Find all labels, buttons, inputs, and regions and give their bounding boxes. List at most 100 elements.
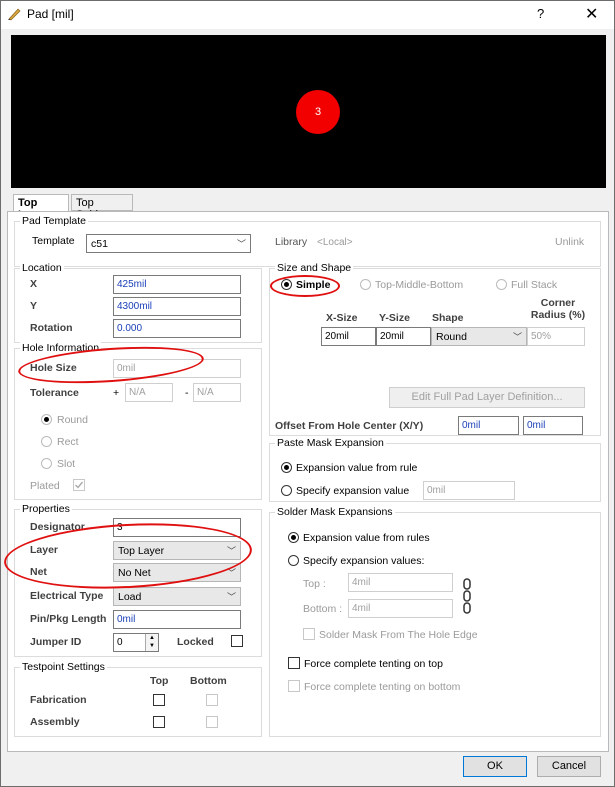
pin-length-field[interactable]: 0mil	[113, 610, 241, 629]
slot-label: Slot	[57, 458, 76, 470]
solder-specify-radio[interactable]	[288, 555, 299, 566]
shape-select[interactable]: Round ﹀	[431, 327, 527, 346]
spin-down-icon[interactable]: ▼	[146, 642, 158, 650]
offset-label: Offset From Hole Center (X/Y)	[275, 420, 424, 432]
title-bar: Pad [mil] ? ✕	[1, 1, 614, 29]
pad-tool-icon	[8, 8, 21, 21]
solder-specify-label: Specify expansion values:	[303, 555, 425, 567]
solder-rules-label: Expansion value from rules	[303, 532, 430, 544]
tent-bottom-label: Force complete tenting on bottom	[304, 681, 461, 693]
fabrication-label: Fabrication	[30, 694, 87, 706]
assembly-top-checkbox[interactable]	[153, 716, 165, 728]
shape-header: Shape	[432, 312, 464, 324]
paste-mask-group: Paste Mask Expansion Expansion value fro…	[269, 437, 601, 502]
assembly-label: Assembly	[30, 716, 80, 728]
group-title: Location	[20, 262, 64, 274]
window-title: Pad [mil]	[27, 7, 74, 21]
solder-from-hole-checkbox[interactable]	[303, 628, 315, 640]
round-radio[interactable]	[41, 414, 52, 425]
electrical-type-label: Electrical Type	[30, 590, 104, 602]
unlink-button[interactable]: Unlink	[555, 236, 584, 248]
edit-full-pad-button[interactable]: Edit Full Pad Layer Definition...	[389, 387, 585, 408]
solder-top-label: Top :	[303, 578, 326, 590]
solder-bottom-label: Bottom :	[303, 603, 343, 615]
chevron-down-icon: ﹀	[512, 332, 522, 342]
cancel-button[interactable]: Cancel	[537, 756, 601, 777]
group-title: Pad Template	[20, 215, 89, 227]
ysize-header: Y-Size	[379, 312, 410, 324]
jumper-id-label: Jumper ID	[30, 636, 82, 648]
paste-value-field[interactable]: 0mil	[423, 481, 515, 500]
xsize-field[interactable]: 20mil	[321, 327, 376, 346]
group-title: Size and Shape	[275, 262, 354, 274]
chevron-down-icon: ﹀	[226, 592, 236, 602]
template-value: c51	[91, 238, 108, 250]
testpoint-group: Testpoint Settings Top Bottom Fabricatio…	[14, 661, 262, 737]
y-field[interactable]: 4300mil	[113, 297, 241, 316]
chevron-down-icon: ﹀	[236, 239, 246, 249]
solder-bottom-field[interactable]: 4mil	[348, 599, 453, 618]
x-field[interactable]: 425mil	[113, 275, 241, 294]
pad-preview: 3	[11, 35, 606, 188]
slot-radio[interactable]	[41, 458, 52, 469]
annotation-simple	[270, 275, 340, 297]
link-chain-icon[interactable]	[461, 577, 473, 617]
ok-button[interactable]: OK	[463, 756, 527, 777]
group-title: Properties	[20, 503, 72, 515]
tmb-radio[interactable]	[360, 279, 371, 290]
help-button[interactable]: ?	[537, 6, 544, 21]
rect-label: Rect	[57, 436, 79, 448]
assembly-bottom-checkbox[interactable]	[206, 716, 218, 728]
jumper-spinner[interactable]: ▲ ▼	[145, 634, 158, 651]
template-select[interactable]: c51 ﹀	[86, 234, 251, 253]
tent-top-checkbox[interactable]	[288, 657, 300, 669]
tolerance-plus-field[interactable]: N/A	[125, 383, 173, 402]
paste-rule-radio[interactable]	[281, 462, 292, 473]
fabrication-top-checkbox[interactable]	[153, 694, 165, 706]
corner-radius-field[interactable]: 50%	[527, 327, 585, 346]
library-value: <Local>	[317, 237, 353, 248]
electrical-type-value: Load	[118, 591, 142, 603]
pad-template-group: Pad Template Template c51 ﹀ Library <Loc…	[14, 215, 601, 267]
x-label: X	[30, 278, 38, 290]
offset-x-field[interactable]: 0mil	[458, 416, 519, 435]
pin-length-label: Pin/Pkg Length	[30, 613, 107, 625]
full-stack-radio[interactable]	[496, 279, 507, 290]
ysize-field[interactable]: 20mil	[376, 327, 431, 346]
solder-top-field[interactable]: 4mil	[348, 573, 453, 592]
y-label: Y	[30, 300, 38, 312]
corner-radius-header: Corner Radius (%)	[530, 297, 586, 321]
solder-rules-radio[interactable]	[288, 532, 299, 543]
rect-radio[interactable]	[41, 436, 52, 447]
tab-top-layer[interactable]: Top Layer	[13, 194, 69, 221]
group-title: Paste Mask Expansion	[275, 437, 386, 449]
tab-panel: Pad Template Template c51 ﹀ Library <Loc…	[2, 211, 609, 752]
paste-specify-radio[interactable]	[281, 485, 292, 496]
tent-top-label: Force complete tenting on top	[304, 658, 443, 670]
minus-sign: -	[185, 387, 189, 399]
close-button[interactable]: ✕	[585, 4, 598, 24]
tolerance-minus-field[interactable]: N/A	[193, 383, 241, 402]
location-group: Location X 425mil Y 4300mil Rotation 0.0…	[14, 262, 262, 343]
tolerance-label: Tolerance	[30, 387, 79, 399]
group-title: Solder Mask Expansions	[275, 506, 395, 518]
xsize-header: X-Size	[326, 312, 358, 324]
spin-up-icon[interactable]: ▲	[146, 634, 158, 642]
tab-top-solder[interactable]: Top Solder	[71, 194, 133, 221]
rotation-label: Rotation	[30, 322, 73, 334]
electrical-type-select[interactable]: Load ﹀	[113, 587, 241, 606]
tmb-label: Top-Middle-Bottom	[375, 279, 464, 291]
shape-value: Round	[436, 331, 467, 343]
testpoint-top-header: Top	[150, 675, 169, 687]
tent-bottom-checkbox[interactable]	[288, 680, 300, 692]
locked-checkbox[interactable]	[231, 635, 243, 647]
offset-y-field[interactable]: 0mil	[523, 416, 583, 435]
plus-sign: +	[113, 387, 120, 399]
testpoint-bottom-header: Bottom	[190, 675, 227, 687]
rotation-field[interactable]: 0.000	[113, 319, 241, 338]
fabrication-bottom-checkbox[interactable]	[206, 694, 218, 706]
plated-checkbox[interactable]	[73, 479, 85, 491]
round-label: Round	[57, 414, 88, 426]
paste-specify-label: Specify expansion value	[296, 485, 410, 497]
paste-rule-label: Expansion value from rule	[296, 462, 418, 474]
